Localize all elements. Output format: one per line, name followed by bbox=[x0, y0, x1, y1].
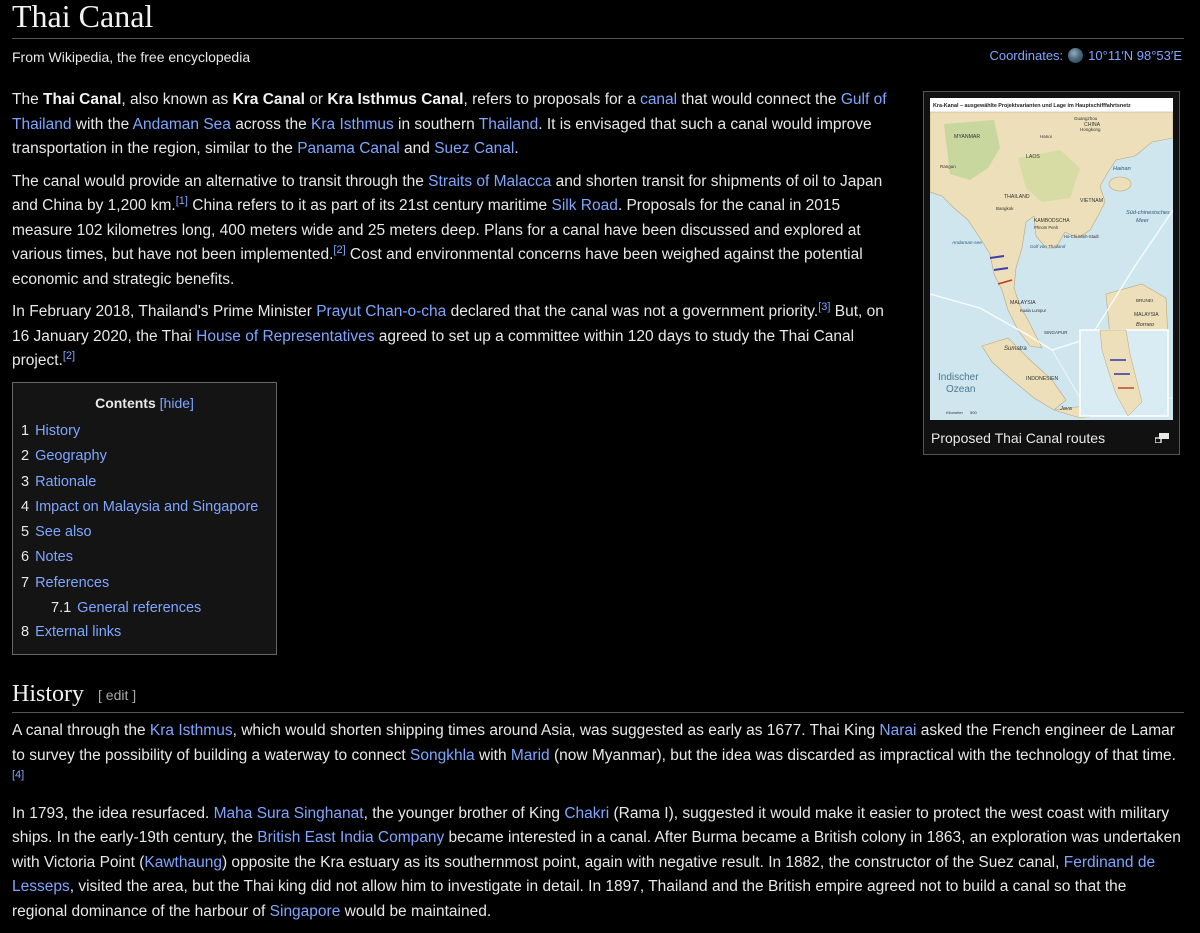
toc-item-references[interactable]: 7 References bbox=[21, 571, 258, 596]
toc-list: 1 History 2 Geography 3 Rationale 4 Impact o… bbox=[21, 419, 258, 645]
map-label: THAILAND bbox=[1004, 194, 1030, 200]
citation-2[interactable]: [2] bbox=[63, 350, 75, 362]
map-label: Phnom Penh bbox=[1034, 225, 1059, 230]
link-singapore[interactable]: Singapore bbox=[270, 903, 341, 920]
map-label: Bangkok bbox=[996, 206, 1014, 211]
bold-term: Kra Canal bbox=[232, 91, 305, 108]
map-label: LAOS bbox=[1026, 154, 1040, 160]
link-canal[interactable]: canal bbox=[640, 91, 677, 108]
map-label: VIETNAM bbox=[1080, 198, 1103, 204]
toc-item-general-references[interactable]: 7.1 General references bbox=[21, 596, 258, 620]
link-marid[interactable]: Marid bbox=[511, 747, 550, 764]
map-label: Sumatra bbox=[1004, 346, 1027, 352]
link-songkhla[interactable]: Songkhla bbox=[410, 747, 475, 764]
map-label: Meer bbox=[1136, 218, 1150, 224]
title-divider bbox=[12, 38, 1184, 39]
link-chakri[interactable]: Chakri bbox=[564, 805, 609, 822]
infobox-caption: Proposed Thai Canal routes bbox=[931, 430, 1106, 446]
citation-4[interactable]: [4] bbox=[12, 769, 24, 781]
map-label: SINGAPUR bbox=[1044, 330, 1068, 335]
map-label: Java bbox=[1059, 406, 1072, 412]
tagline: From Wikipedia, the free encyclopedia bbox=[12, 49, 251, 65]
lead-paragraph-3: In February 2018, Thailand's Prime Minis… bbox=[12, 300, 884, 369]
map-label: MALAYSIA bbox=[1010, 300, 1036, 306]
link-prayut-chan-o-cha[interactable]: Prayut Chan-o-cha bbox=[316, 303, 446, 320]
toc-item-geography[interactable]: 2 Geography bbox=[21, 444, 258, 469]
map-label: Ozean bbox=[946, 384, 975, 395]
toc-hide-toggle[interactable]: [hide] bbox=[160, 395, 194, 411]
lead-paragraph-2: The canal would provide an alternative t… bbox=[12, 172, 883, 288]
coordinates[interactable]: Coordinates: 10°11′N 98°53′E bbox=[989, 48, 1182, 63]
history-paragraph-2: In 1793, the idea resurfaced. Maha Sura … bbox=[12, 804, 1181, 920]
toc-item-impact[interactable]: 4 Impact on Malaysia and Singapore bbox=[21, 495, 258, 520]
section-heading-history: History[ edit ] bbox=[12, 681, 137, 707]
link-narai[interactable]: Narai bbox=[879, 722, 916, 739]
link-maha-sura-singhanat[interactable]: Maha Sura Singhanat bbox=[214, 805, 364, 822]
history-section: A canal through the Kra Isthmus, which w… bbox=[12, 719, 1184, 933]
link-kawthaung[interactable]: Kawthaung bbox=[144, 854, 222, 871]
map-label: KAMBODSCHA bbox=[1034, 218, 1070, 224]
map-label: MYANMAR bbox=[954, 134, 980, 140]
citation-1[interactable]: [1] bbox=[176, 195, 188, 207]
toc-item-external-links[interactable]: 8 External links bbox=[21, 620, 258, 645]
section-divider bbox=[12, 712, 1184, 713]
link-kra-isthmus[interactable]: Kra Isthmus bbox=[311, 116, 394, 133]
enlarge-icon[interactable] bbox=[1155, 433, 1169, 443]
map-label: Kuala Lumpur bbox=[1020, 308, 1047, 313]
map-label: MALAYSIA bbox=[1134, 312, 1159, 318]
citation-3[interactable]: [3] bbox=[818, 301, 830, 313]
bold-term: Thai Canal bbox=[43, 91, 122, 108]
map-label: INDONESIEN bbox=[1026, 376, 1059, 382]
map-label: Borneo bbox=[1136, 322, 1154, 328]
toc-item-notes[interactable]: 6 Notes bbox=[21, 545, 258, 570]
toc-item-rationale[interactable]: 3 Rationale bbox=[21, 470, 258, 495]
toc-item-see-also[interactable]: 5 See also bbox=[21, 520, 258, 545]
lead-section: The Thai Canal, also known as Kra Canal … bbox=[12, 88, 897, 382]
map-label: BRUNEI bbox=[1136, 298, 1153, 303]
link-thailand[interactable]: Thailand bbox=[479, 116, 538, 133]
map-label: CHINA bbox=[1084, 122, 1101, 128]
toc-header: Contents [hide] bbox=[13, 395, 276, 411]
map-label: Hanoi bbox=[1040, 134, 1052, 139]
link-silk-road[interactable]: Silk Road bbox=[551, 197, 617, 214]
map-label: Süd-chinesisches bbox=[1126, 210, 1170, 216]
globe-icon[interactable] bbox=[1068, 48, 1084, 63]
link-kra-isthmus[interactable]: Kra Isthmus bbox=[150, 722, 233, 739]
link-house-of-representatives[interactable]: House of Representatives bbox=[196, 328, 374, 345]
page-title: Thai Canal bbox=[12, 0, 154, 34]
map-label: Ho-Chi-Minh-Stadt bbox=[1064, 234, 1100, 239]
map-label: Guangzhou bbox=[1074, 116, 1098, 121]
article-page: Thai Canal From Wikipedia, the free ency… bbox=[0, 0, 1200, 927]
map-label: 500 bbox=[970, 410, 977, 415]
coordinates-label[interactable]: Coordinates: bbox=[989, 48, 1063, 63]
canal-routes-map[interactable]: Kra-Kanal – ausgewählte Projektvarianten… bbox=[930, 98, 1173, 420]
link-andaman-sea[interactable]: Andaman Sea bbox=[133, 116, 231, 133]
toc-item-history[interactable]: 1 History bbox=[21, 419, 258, 444]
citation-2[interactable]: [2] bbox=[333, 244, 345, 256]
map-label: Golf von Thailand bbox=[1030, 244, 1066, 249]
map-label: Indischer bbox=[938, 372, 979, 383]
map-label: Hainan bbox=[1113, 166, 1131, 172]
table-of-contents: Contents [hide] 1 History 2 Geography 3 Rat… bbox=[12, 382, 277, 655]
map-heading: Kra-Kanal – ausgewählte Projektvarianten… bbox=[933, 103, 1131, 109]
link-panama-canal[interactable]: Panama Canal bbox=[297, 140, 400, 157]
link-british-east-india-company[interactable]: British East India Company bbox=[257, 829, 444, 846]
infobox: Kra-Kanal – ausgewählte Projektvarianten… bbox=[923, 91, 1180, 455]
map-label: Kilometer bbox=[946, 410, 964, 415]
toc-title: Contents bbox=[95, 395, 156, 411]
lead-paragraph-1: The Thai Canal, also known as Kra Canal … bbox=[12, 91, 887, 157]
history-paragraph-1: A canal through the Kra Isthmus, which w… bbox=[12, 722, 1176, 781]
link-suez-canal[interactable]: Suez Canal bbox=[434, 140, 514, 157]
link-straits-of-malacca[interactable]: Straits of Malacca bbox=[428, 173, 551, 190]
edit-section-link[interactable]: [ edit ] bbox=[98, 687, 136, 703]
map-label: Andaman-see bbox=[951, 240, 982, 246]
coordinates-value[interactable]: 10°11′N 98°53′E bbox=[1088, 48, 1182, 63]
bold-term: Kra Isthmus Canal bbox=[327, 91, 464, 108]
map-label: Rangun bbox=[940, 164, 956, 169]
